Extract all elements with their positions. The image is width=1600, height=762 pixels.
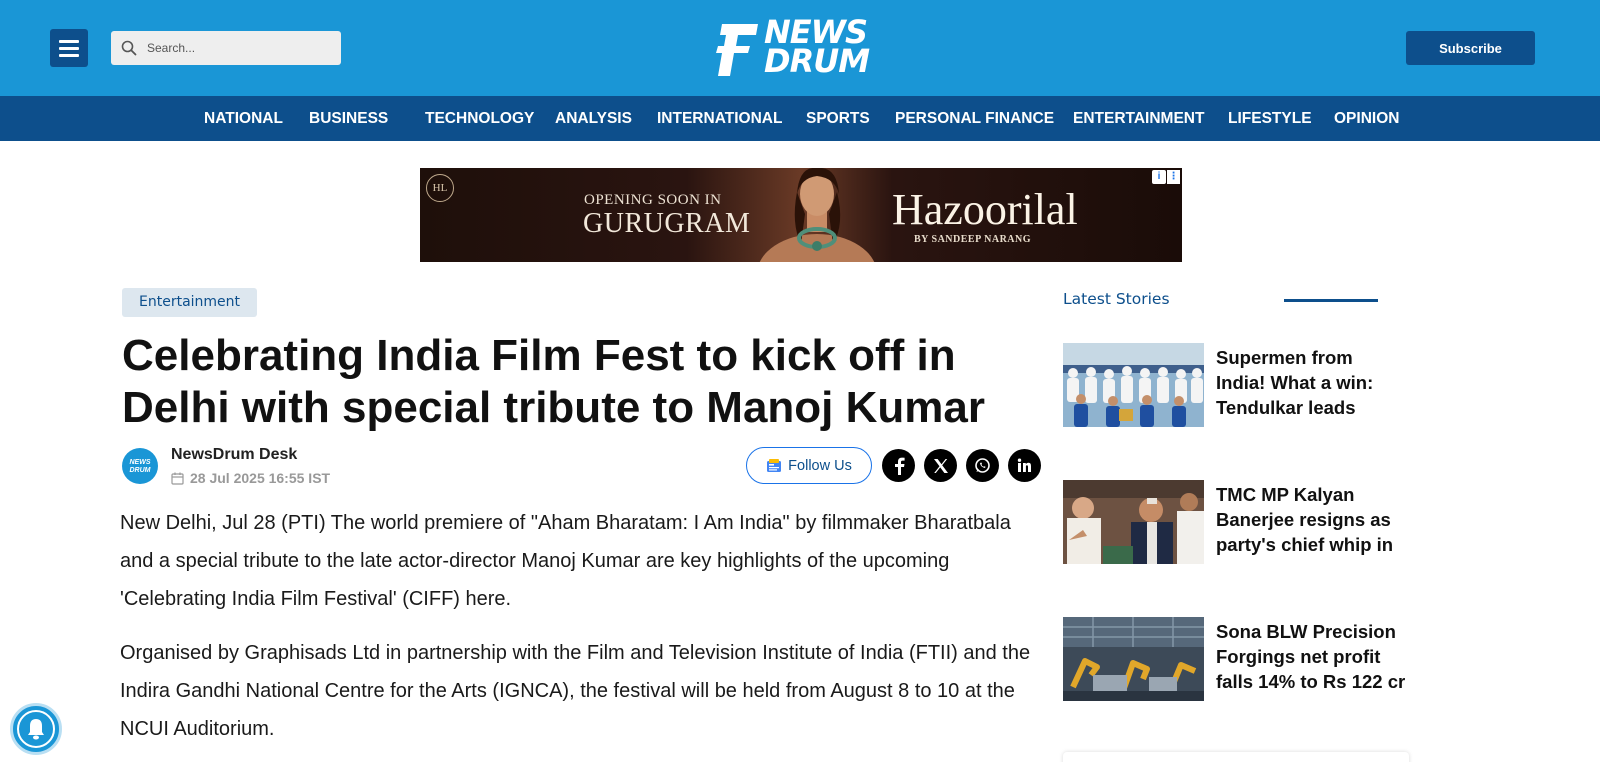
nav-item-international[interactable]: INTERNATIONAL — [657, 96, 782, 141]
ad-byline-text: BY SANDEEP NARANG — [914, 234, 1032, 245]
story-thumbnail-cricket — [1063, 343, 1204, 427]
menu-icon-bar — [59, 53, 79, 57]
logo-line-2: DRUM — [764, 42, 870, 80]
follow-us-label: Follow Us — [788, 457, 852, 474]
subscribe-button[interactable]: Subscribe — [1406, 31, 1535, 65]
story-item[interactable]: TMC MP Kalyan Banerjee resigns as party'… — [1063, 480, 1403, 564]
linkedin-icon — [1017, 458, 1031, 472]
bell-ring — [17, 710, 55, 748]
author-name[interactable]: NewsDrum Desk — [171, 446, 297, 464]
top-header: NEWS DRUM Subscribe — [0, 0, 1600, 96]
latest-stories-heading: Latest Stories — [1063, 290, 1170, 308]
story-title[interactable]: TMC MP Kalyan Banerjee resigns as party'… — [1216, 482, 1406, 557]
story-title[interactable]: Supermen from India! What a win: Tendulk… — [1216, 345, 1406, 420]
ad-city-text: GURUGRAM — [583, 208, 751, 239]
nav-item-national[interactable]: NATIONAL — [204, 96, 283, 141]
nav-item-business[interactable]: BUSINESS — [309, 96, 388, 141]
publish-date-text: 28 Jul 2025 16:55 IST — [190, 470, 331, 486]
whatsapp-icon — [975, 458, 990, 473]
ad-opening-text: OPENING SOON IN — [584, 192, 722, 208]
hamburger-menu-button[interactable] — [50, 29, 88, 67]
notification-bell-button[interactable] — [10, 703, 62, 755]
advertisement-banner[interactable]: HL OPENING SOON IN GURUGRAM Hazoorilal B… — [420, 168, 1182, 262]
author-avatar: NEWS DRUM — [122, 448, 158, 484]
heading-underline — [1284, 299, 1378, 302]
main-navigation: NATIONAL BUSINESS TECHNOLOGY ANALYSIS IN… — [0, 96, 1600, 141]
nav-item-opinion[interactable]: OPINION — [1334, 96, 1399, 141]
logo-text: NEWS DRUM — [764, 16, 870, 80]
ad-info-icon[interactable]: i — [1152, 170, 1166, 184]
ad-brand-text: Hazoorilal — [892, 185, 1078, 234]
article-paragraph: New Delhi, Jul 28 (PTI) The world premie… — [120, 512, 1011, 610]
nav-item-entertainment[interactable]: ENTERTAINMENT — [1073, 96, 1204, 141]
story-title[interactable]: Sona BLW Precision Forgings net profit f… — [1216, 619, 1406, 694]
newsdrum-logo[interactable]: NEWS DRUM — [716, 16, 882, 80]
search-box[interactable] — [111, 31, 341, 65]
search-input[interactable] — [147, 41, 317, 55]
follow-us-button[interactable]: Follow Us — [746, 447, 872, 484]
nav-item-personal-finance[interactable]: PERSONAL FINANCE — [895, 96, 1054, 141]
x-icon — [933, 458, 948, 473]
ad-options-icon[interactable]: ⋮ — [1167, 170, 1180, 184]
story-thumbnail-factory — [1063, 617, 1204, 701]
article-paragraph: Organised by Graphisads Ltd in partnersh… — [120, 642, 1031, 740]
publish-date: 28 Jul 2025 16:55 IST — [171, 470, 330, 486]
facebook-icon — [894, 457, 905, 475]
menu-icon-bar — [59, 39, 79, 43]
article-headline: Celebrating India Film Fest to kick off … — [122, 331, 985, 432]
ad-model-image — [759, 168, 875, 262]
nav-item-sports[interactable]: SPORTS — [806, 96, 870, 141]
linkedin-share-button[interactable] — [1008, 449, 1041, 482]
whatsapp-share-button[interactable] — [966, 449, 999, 482]
google-news-icon — [767, 458, 782, 472]
story-item[interactable]: Sona BLW Precision Forgings net profit f… — [1063, 617, 1406, 701]
calendar-icon — [171, 472, 184, 485]
story-item[interactable]: Supermen from India! What a win: Tendulk… — [1063, 343, 1403, 427]
sidebar-card — [1063, 752, 1409, 762]
nav-item-lifestyle[interactable]: LIFESTYLE — [1228, 96, 1312, 141]
x-share-button[interactable] — [924, 449, 957, 482]
menu-icon-bar — [59, 46, 79, 50]
ad-monogram-logo: HL — [426, 174, 454, 202]
category-tag[interactable]: Entertainment — [122, 288, 258, 317]
story-thumbnail-parliament — [1063, 480, 1204, 564]
nav-item-technology[interactable]: TECHNOLOGY — [425, 96, 534, 141]
author-avatar-text: NEWS DRUM — [129, 459, 151, 474]
search-icon — [121, 40, 137, 56]
bell-icon — [28, 719, 44, 740]
nav-item-analysis[interactable]: ANALYSIS — [555, 96, 632, 141]
facebook-share-button[interactable] — [882, 449, 915, 482]
logo-mark-icon — [716, 24, 758, 76]
